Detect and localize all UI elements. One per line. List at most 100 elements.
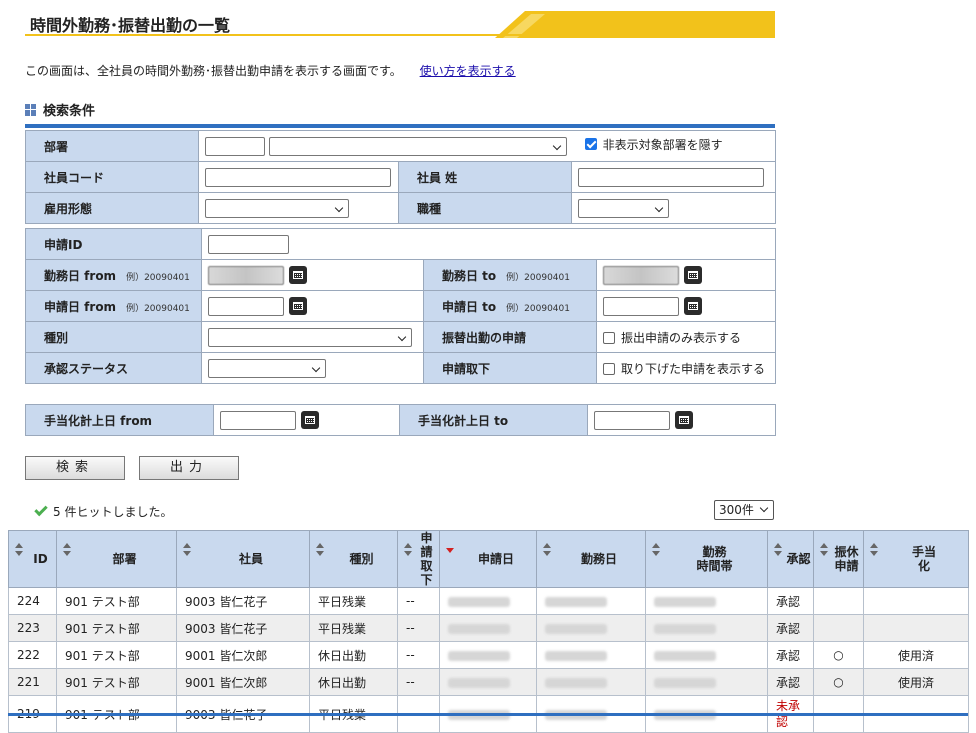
search-table-basic: 部署 非表示対象部署を隠す 社員コード 社員 姓 雇用形態 職種 (25, 130, 776, 224)
cell-withdraw: -- (397, 641, 440, 669)
calendar-icon[interactable] (289, 297, 307, 315)
cell-app-date-redacted (439, 641, 537, 669)
col-id[interactable]: ID (8, 530, 57, 588)
allowance-to-input[interactable] (594, 410, 670, 430)
date-example: 例）20090401 (126, 303, 190, 314)
cell-approval: 承認 (767, 587, 814, 615)
cell-allowance (863, 587, 969, 615)
work-date-to-input[interactable] (603, 265, 679, 285)
allowance-from-input[interactable] (220, 410, 296, 430)
table-row[interactable]: 224 901 テスト部 9003 皆仁花子 平日残業 -- 承認 (8, 587, 969, 615)
dept-cell: 非表示対象部署を隠す (198, 130, 776, 162)
page-title: 時間外勤務･振替出勤の一覧 (30, 16, 231, 35)
results-table: ID 部署 社員 種別 申請 取下 申請日 勤務日 勤務 時間帯 承認 振休 申請 手… (8, 530, 969, 733)
transfer-only-checkbox[interactable] (603, 332, 615, 344)
col-allowance-label-1: 手当 (911, 545, 936, 559)
cell-work-time-redacted (645, 614, 768, 642)
cell-app-date-redacted (439, 668, 537, 696)
col-approval[interactable]: 承認 (767, 530, 814, 588)
cell-dept: 901 テスト部 (56, 668, 177, 696)
calendar-icon[interactable] (684, 297, 702, 315)
emp-lastname-input[interactable] (578, 167, 764, 187)
output-button[interactable]: 出力 (139, 456, 239, 480)
work-date-from-input[interactable] (208, 265, 284, 285)
show-withdrawn-checkbox[interactable] (603, 363, 615, 375)
table-row[interactable]: 222 901 テスト部 9001 皆仁次郎 休日出勤 -- 承認 ○ 使用済 (8, 641, 969, 669)
calendar-icon[interactable] (675, 411, 693, 429)
employment-type-select[interactable] (205, 198, 349, 218)
cell-work-time-redacted (645, 587, 768, 615)
work-date-from-label: 勤務日 from (44, 268, 117, 283)
cell-allowance: 使用済 (863, 641, 969, 669)
cell-withdraw: -- (397, 614, 440, 642)
cell-work-date-redacted (536, 587, 646, 615)
table-row[interactable]: 221 901 テスト部 9001 皆仁次郎 休日出勤 -- 承認 ○ 使用済 (8, 668, 969, 696)
col-withdraw[interactable]: 申請 取下 (397, 530, 440, 588)
col-dept-label: 部署 (112, 552, 137, 566)
sort-desc-icon (446, 543, 454, 557)
app-date-to-input[interactable] (603, 296, 679, 316)
kind-select[interactable] (208, 327, 412, 347)
employment-type-label: 雇用形態 (25, 192, 199, 224)
cell-withdraw: -- (397, 587, 440, 615)
col-emp[interactable]: 社員 (176, 530, 310, 588)
redacted-value (448, 623, 510, 634)
table-row[interactable]: 223 901 テスト部 9003 皆仁花子 平日残業 -- 承認 (8, 614, 969, 642)
col-transfer[interactable]: 振休 申請 (813, 530, 864, 588)
job-type-select[interactable] (578, 198, 669, 218)
cell-work-date-redacted (536, 668, 646, 696)
calendar-icon[interactable] (684, 266, 702, 284)
col-dept[interactable]: 部署 (56, 530, 177, 588)
calendar-icon[interactable] (301, 411, 319, 429)
search-button[interactable]: 検索 (25, 456, 125, 480)
cell-kind: 休日出勤 (309, 668, 398, 696)
allowance-to-label: 手当化計上日 to (399, 404, 588, 436)
approval-status-select[interactable] (208, 358, 326, 378)
app-date-from-input[interactable] (208, 296, 284, 316)
cell-id: 221 (8, 668, 57, 696)
check-icon (34, 502, 48, 517)
search-section-label: 検索条件 (43, 104, 96, 119)
sort-icon (404, 543, 412, 557)
col-id-label: ID (33, 552, 48, 566)
emp-code-input[interactable] (205, 167, 391, 187)
col-work-date[interactable]: 勤務日 (536, 530, 646, 588)
app-id-label: 申請ID (25, 228, 202, 260)
cell-app-date-redacted (439, 614, 537, 642)
col-transfer-label-2: 申請 (834, 559, 859, 573)
dept-select[interactable] (268, 137, 567, 157)
app-id-input[interactable] (208, 234, 289, 254)
search-table-application: 申請ID 勤務日 from 例）20090401 勤務日 to 例）20090401… (25, 228, 777, 384)
cell-approval: 承認 (767, 641, 814, 669)
emp-code-label: 社員コード (25, 161, 199, 193)
dept-label: 部署 (25, 130, 199, 162)
col-work-time[interactable]: 勤務 時間帯 (645, 530, 768, 588)
date-example: 例）20090401 (506, 272, 570, 283)
sort-icon (183, 543, 191, 557)
col-kind[interactable]: 種別 (309, 530, 398, 588)
col-work-time-label-1: 勤務 (702, 545, 727, 559)
cell-transfer: ○ (813, 668, 864, 696)
kind-label: 種別 (25, 321, 202, 353)
cell-work-date-redacted (536, 614, 646, 642)
redacted-value (654, 677, 716, 688)
page-size-select[interactable]: 300件 (714, 500, 774, 520)
dept-code-input[interactable] (205, 137, 265, 157)
work-date-to-label-cell: 勤務日 to 例）20090401 (423, 259, 597, 291)
sort-icon (543, 543, 551, 557)
hide-dept-checkbox[interactable] (584, 138, 597, 151)
sort-icon (820, 543, 828, 557)
calendar-icon[interactable] (289, 266, 307, 284)
col-withdraw-label-2: 取下 (420, 559, 433, 587)
hit-count-text: 5 件ヒットしました。 (53, 505, 173, 519)
cell-app-date-redacted (439, 587, 537, 615)
cell-approval: 承認 (767, 614, 814, 642)
col-app-date-label: 申請日 (477, 552, 514, 566)
redacted-value (448, 596, 510, 607)
cell-kind: 平日残業 (309, 587, 398, 615)
app-date-to-label-cell: 申請日 to 例）20090401 (423, 290, 597, 322)
col-app-date[interactable]: 申請日 (439, 530, 537, 588)
col-allowance[interactable]: 手当化 (863, 530, 969, 588)
hide-dept-label: 非表示対象部署を隠す (602, 137, 723, 152)
howto-link[interactable]: 使い方を表示する (420, 64, 516, 78)
